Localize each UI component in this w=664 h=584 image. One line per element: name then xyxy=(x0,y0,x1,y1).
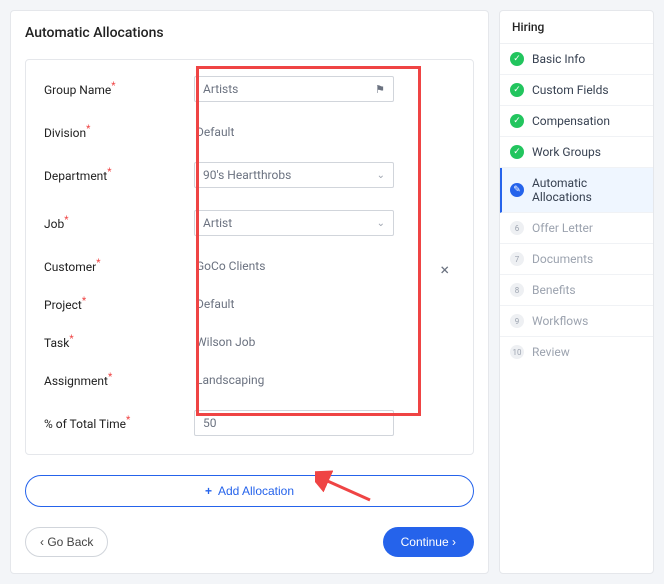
sidebar: Hiring ✓Basic Info ✓Custom Fields ✓Compe… xyxy=(499,10,654,574)
chevron-down-icon: ⌄ xyxy=(377,170,385,181)
label-project: Project* xyxy=(44,296,194,312)
select-job[interactable]: Artist ⌄ xyxy=(194,210,394,236)
go-back-button[interactable]: ‹ Go Back xyxy=(25,527,108,557)
step-number: 9 xyxy=(510,314,524,328)
sidebar-item-compensation[interactable]: ✓Compensation xyxy=(500,106,653,137)
flag-icon: ⚑ xyxy=(375,83,385,96)
plus-icon: + xyxy=(205,484,212,498)
page-title: Automatic Allocations xyxy=(25,25,474,41)
row-customer: Customer* GoCo Clients × xyxy=(44,258,455,274)
check-icon: ✓ xyxy=(510,83,524,97)
row-group-name: Group Name* Artists ⚑ xyxy=(44,76,455,102)
input-group-name[interactable]: Artists ⚑ xyxy=(194,76,394,102)
value-division: Default xyxy=(194,125,455,139)
row-percent-time: % of Total Time* 50 xyxy=(44,410,455,436)
chevron-down-icon: ⌄ xyxy=(377,218,385,229)
value-task: Wilson Job xyxy=(194,335,455,349)
select-department[interactable]: 90's Heartthrobs ⌄ xyxy=(194,162,394,188)
sidebar-item-review[interactable]: 10Review xyxy=(500,337,653,367)
continue-button[interactable]: Continue › xyxy=(383,527,474,557)
sidebar-item-custom-fields[interactable]: ✓Custom Fields xyxy=(500,75,653,106)
step-number: 8 xyxy=(510,283,524,297)
row-task: Task* Wilson Job xyxy=(44,334,455,350)
sidebar-item-benefits[interactable]: 8Benefits xyxy=(500,275,653,306)
label-percent-time: % of Total Time* xyxy=(44,415,194,431)
label-assignment: Assignment* xyxy=(44,372,194,388)
check-icon: ✓ xyxy=(510,114,524,128)
highlight-annotation xyxy=(196,66,421,416)
row-division: Division* Default xyxy=(44,124,455,140)
label-job: Job* xyxy=(44,215,194,231)
sidebar-item-workflows[interactable]: 9Workflows xyxy=(500,306,653,337)
sidebar-item-basic-info[interactable]: ✓Basic Info xyxy=(500,44,653,75)
add-allocation-button[interactable]: + Add Allocation xyxy=(25,475,474,507)
row-job: Job* Artist ⌄ xyxy=(44,210,455,236)
row-project: Project* Default xyxy=(44,296,455,312)
label-task: Task* xyxy=(44,334,194,350)
value-project: Default xyxy=(194,297,455,311)
footer: ‹ Go Back Continue › xyxy=(25,527,474,557)
sidebar-header: Hiring xyxy=(500,11,653,44)
label-department: Department* xyxy=(44,167,194,183)
label-division: Division* xyxy=(44,124,194,140)
check-icon: ✓ xyxy=(510,145,524,159)
check-icon: ✓ xyxy=(510,52,524,66)
sidebar-item-offer-letter[interactable]: 6Offer Letter xyxy=(500,213,653,244)
edit-icon: ✎ xyxy=(510,183,524,197)
row-department: Department* 90's Heartthrobs ⌄ xyxy=(44,162,455,188)
main-panel: Automatic Allocations Group Name* Artist… xyxy=(10,10,489,574)
label-group-name: Group Name* xyxy=(44,81,194,97)
step-number: 10 xyxy=(510,345,524,359)
value-assignment: Landscaping xyxy=(194,373,455,387)
step-number: 6 xyxy=(510,221,524,235)
sidebar-item-documents[interactable]: 7Documents xyxy=(500,244,653,275)
input-percent-time[interactable]: 50 xyxy=(194,410,394,436)
remove-allocation-button[interactable]: × xyxy=(440,260,449,279)
step-number: 7 xyxy=(510,252,524,266)
sidebar-item-automatic-allocations[interactable]: ✎Automatic Allocations xyxy=(500,168,653,213)
allocation-form: Group Name* Artists ⚑ Division* Default … xyxy=(25,59,474,455)
row-assignment: Assignment* Landscaping xyxy=(44,372,455,388)
label-customer: Customer* xyxy=(44,258,194,274)
value-customer: GoCo Clients xyxy=(194,259,455,273)
sidebar-item-work-groups[interactable]: ✓Work Groups xyxy=(500,137,653,168)
